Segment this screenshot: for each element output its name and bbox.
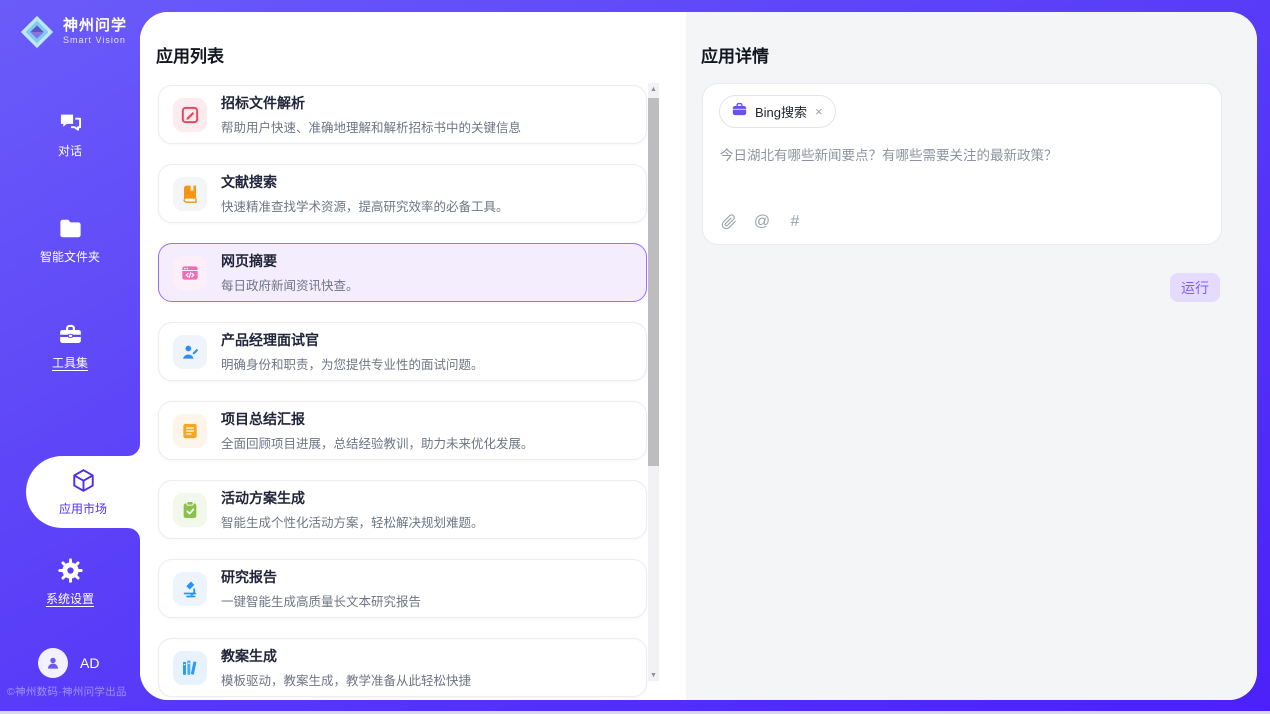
app-detail-title: 应用详情 (701, 42, 769, 67)
sidebar: 神州问学 Smart Vision 对话 智能文件夹 工具集 应用市场 系统设置… (0, 0, 140, 714)
hash-icon[interactable]: # (786, 213, 804, 231)
app-list-title: 应用列表 (156, 42, 224, 67)
chat-icon (57, 109, 84, 136)
edit-doc-icon (173, 98, 207, 132)
app-card-project-summary[interactable]: 项目总结汇报 全面回顾项目进展，总结经验教训，助力未来优化发展。 (158, 401, 647, 460)
chip-close-icon[interactable]: × (814, 104, 824, 119)
copyright-text: ©神州数码·神州问学出品 (7, 684, 127, 699)
scrollbar[interactable]: ▲ ▼ (648, 83, 659, 681)
query-input[interactable]: 今日湖北有哪些新闻要点？有哪些需要关注的最新政策？ (720, 146, 1205, 166)
brand-logo: 神州问学 Smart Vision (18, 13, 127, 51)
app-list-panel: 应用列表 招标文件解析 帮助用户快速、准确地理解和解析招标书中的关键信息 文献搜… (140, 12, 686, 700)
sidebar-item-toolset[interactable]: 工具集 (0, 322, 140, 370)
app-card-web-summary[interactable]: 网页摘要 每日政府新闻资讯快查。 (158, 243, 647, 302)
paperclip-icon[interactable] (720, 213, 738, 231)
app-card-lesson-plan[interactable]: 教案生成 模板驱动，教案生成，教学准备从此轻松快捷 (158, 638, 647, 697)
app-card-bid-doc-parse[interactable]: 招标文件解析 帮助用户快速、准确地理解和解析招标书中的关键信息 (158, 85, 647, 144)
prompt-card: Bing搜索 × 今日湖北有哪些新闻要点？有哪些需要关注的最新政策？ @# (702, 83, 1222, 245)
sidebar-item-smart-folder[interactable]: 智能文件夹 (0, 216, 140, 264)
app-card-literature-search[interactable]: 文献搜索 快速精准查找学术资源，提高研究效率的必备工具。 (158, 164, 647, 223)
brand-subtitle: Smart Vision (63, 36, 127, 45)
sidebar-item-app-market[interactable]: 应用市场 (26, 456, 140, 528)
user-name: AD (80, 655, 99, 671)
cube-icon (70, 467, 97, 494)
briefcase-icon (731, 101, 748, 123)
user-row[interactable]: AD (38, 648, 99, 678)
folder-icon (57, 215, 84, 242)
app-card-pm-interviewer[interactable]: 产品经理面试官 明确身份和职责，为您提供专业性的面试问题。 (158, 322, 647, 381)
app-card-event-plan[interactable]: 活动方案生成 智能生成个性化活动方案，轻松解决规划难题。 (158, 480, 647, 539)
scrollbar-thumb[interactable] (648, 98, 659, 466)
interviewer-icon (173, 335, 207, 369)
tool-chip-label: Bing搜索 (755, 102, 807, 121)
diamond-logo-icon (18, 13, 56, 51)
book-icon (173, 177, 207, 211)
input-toolbar: @# (720, 213, 804, 231)
clipboard-check-icon (173, 493, 207, 527)
sidebar-item-chat[interactable]: 对话 (0, 110, 140, 158)
scroll-up-icon[interactable]: ▲ (650, 83, 657, 95)
tool-chip-bing-search[interactable]: Bing搜索 × (719, 95, 836, 128)
sidebar-nav: 对话 智能文件夹 工具集 应用市场 系统设置 (0, 110, 140, 664)
memo-icon (173, 414, 207, 448)
sidebar-item-settings[interactable]: 系统设置 (0, 558, 140, 606)
toolbox-icon (57, 321, 84, 348)
scroll-down-icon[interactable]: ▼ (650, 669, 657, 681)
books-icon (173, 651, 207, 685)
app-detail-panel: 应用详情 Bing搜索 × 今日湖北有哪些新闻要点？有哪些需要关注的最新政策？ … (686, 12, 1257, 700)
gear-icon (57, 557, 84, 584)
at-icon[interactable]: @ (753, 213, 771, 231)
app-card-list: 招标文件解析 帮助用户快速、准确地理解和解析招标书中的关键信息 文献搜索 快速精… (158, 85, 647, 697)
run-button[interactable]: 运行 (1170, 273, 1220, 302)
main-container: 应用列表 招标文件解析 帮助用户快速、准确地理解和解析招标书中的关键信息 文献搜… (140, 12, 1257, 700)
app-card-research-report[interactable]: 研究报告 一键智能生成高质量长文本研究报告 (158, 559, 647, 618)
user-avatar-icon (38, 648, 68, 678)
brand-name: 神州问学 (63, 18, 127, 34)
microscope-icon (173, 572, 207, 606)
browser-code-icon (173, 256, 207, 290)
